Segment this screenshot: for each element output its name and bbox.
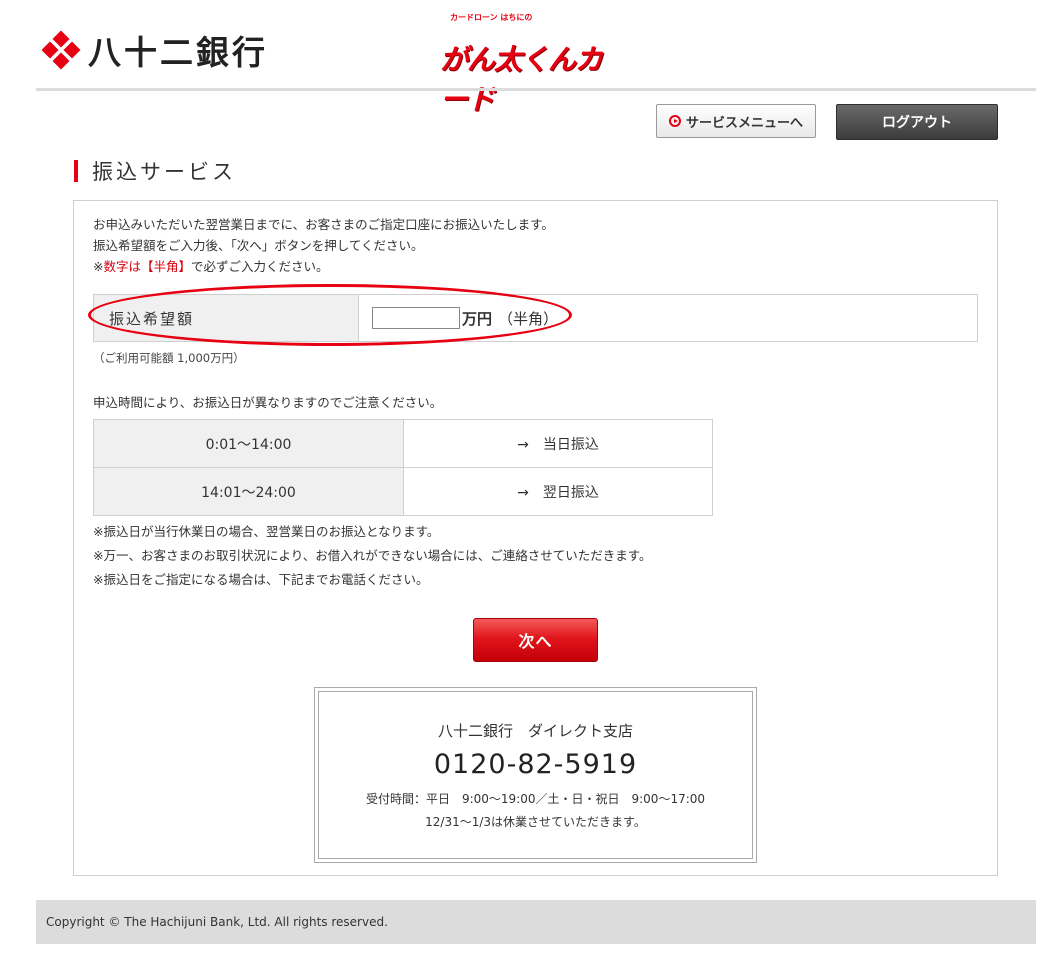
table-row: 0:01〜14:00 → 当日振込 <box>93 419 713 468</box>
copyright: Copyright © The Hachijuni Bank, Ltd. All… <box>46 915 388 929</box>
service-menu-button[interactable]: サービスメニューへ <box>656 104 816 138</box>
intro-line-3: ※数字は【半角】で必ずご入力ください。 <box>93 256 554 277</box>
table-row: 14:01〜24:00 → 翌日振込 <box>93 467 713 516</box>
card-loan-subtitle: カードローン はちにの <box>450 13 533 22</box>
contact-box: 八十二銀行 ダイレクト支店 0120-82-5919 受付時間：平日 9:00〜… <box>314 687 757 863</box>
schedule-time-cell: 14:01〜24:00 <box>93 467 404 516</box>
contact-branch: 八十二銀行 ダイレクト支店 <box>437 722 633 740</box>
next-button[interactable]: 次へ <box>473 618 598 662</box>
header: 八十二銀行 カードローン はちにの がん太くんカード <box>0 0 1061 116</box>
service-menu-label: サービスメニューへ <box>685 115 803 131</box>
amount-unit: 万円 <box>462 309 493 328</box>
note-item: ※振込日が当行休業日の場合、翌営業日のお振込となります。 <box>93 524 440 539</box>
logout-button[interactable]: ログアウト <box>836 104 998 140</box>
intro-line-1: お申込みいただいた翌営業日までに、お客さまのご指定口座にお振込いたします。 <box>93 217 554 232</box>
diamond-cluster-logo-icon <box>41 30 81 70</box>
amount-label: 振込希望額 <box>94 295 359 341</box>
footer: Copyright © The Hachijuni Bank, Ltd. All… <box>36 900 1036 944</box>
contact-holiday: 12/31〜1/3は休業させていただきます。 <box>425 815 646 829</box>
note-item: ※万一、お客さまのお取引状況により、お借入れができない場合には、ご連絡させていた… <box>93 548 652 563</box>
intro-text: お申込みいただいた翌営業日までに、お客さまのご指定口座にお振込いたします。 振込… <box>93 214 554 277</box>
page-title: 振込サービス <box>92 160 236 184</box>
amount-input[interactable] <box>372 307 460 329</box>
schedule-notice: 申込時間により、お振込日が異なりますのでご注意ください。 <box>93 395 443 410</box>
half-width-warning: 数字は【半角】 <box>103 259 191 274</box>
next-button-label: 次へ <box>518 632 553 651</box>
schedule-result-cell: → 当日振込 <box>403 419 713 468</box>
header-divider <box>36 88 1036 91</box>
intro-line-2: 振込希望額をご入力後、「次へ」ボタンを押してください。 <box>93 238 424 253</box>
bank-name: 八十二銀行 <box>88 33 268 72</box>
schedule-result-cell: → 翌日振込 <box>403 467 713 516</box>
transfer-schedule-table: 0:01〜14:00 → 当日振込 14:01〜24:00 → 翌日振込 <box>93 419 713 516</box>
bank-logo[interactable]: 八十二銀行 <box>41 26 268 74</box>
card-loan-logo: カードローン はちにの がん太くんカード <box>440 8 620 116</box>
available-amount: （ご利用可能額 1,000万円） <box>93 351 245 365</box>
intro-line-3-prefix: ※ <box>93 259 104 274</box>
schedule-time-cell: 0:01〜14:00 <box>93 419 404 468</box>
page-title-area: 振込サービス <box>74 156 236 186</box>
title-accent-bar <box>74 160 78 182</box>
notes-list: ※振込日が当行休業日の場合、翌営業日のお振込となります。 ※万一、お客さまのお取… <box>93 520 651 592</box>
note-item: ※振込日をご指定になる場合は、下記までお電話ください。 <box>93 572 429 587</box>
intro-line-3-suffix: で必ずご入力ください。 <box>191 259 329 274</box>
logout-label: ログアウト <box>882 115 952 131</box>
amount-form-row: 振込希望額 万円 （半角） <box>93 294 978 342</box>
amount-input-cell: 万円 （半角） <box>359 295 977 341</box>
contact-inner: 八十二銀行 ダイレクト支店 0120-82-5919 受付時間：平日 9:00〜… <box>318 691 753 859</box>
circle-arrow-right-icon <box>668 115 681 127</box>
card-loan-name: がん太くんカード <box>440 43 603 116</box>
half-width-note: （半角） <box>498 309 559 328</box>
contact-phone: 0120-82-5919 <box>433 749 638 780</box>
contact-hours: 受付時間：平日 9:00〜19:00／土・日・祝日 9:00〜17:00 <box>365 792 706 806</box>
